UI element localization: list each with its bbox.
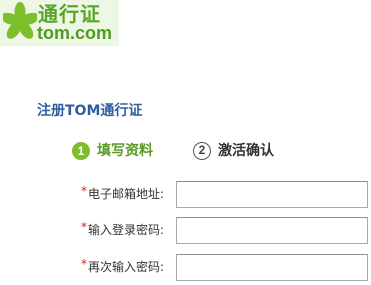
step-2-label: 激活确认 xyxy=(218,143,274,159)
step-2-number-icon: 2 xyxy=(193,142,211,160)
password-row: *输入登录密码: xyxy=(0,217,371,245)
confirm-password-label: *再次输入密码: xyxy=(80,257,164,275)
confirm-password-label-text: 再次输入密码: xyxy=(87,260,164,274)
step-1-number-icon: 1 xyxy=(72,142,90,160)
required-marker: * xyxy=(80,184,87,198)
confirm-password-field[interactable] xyxy=(176,254,368,281)
step-1-label: 填写资料 xyxy=(97,143,153,159)
logo-domain-text: tom.com xyxy=(37,23,113,43)
tom-passport-logo[interactable]: 通行证 tom.com xyxy=(0,0,119,46)
step-fill-info: 1 填写资料 xyxy=(72,141,153,161)
asterisk-logo-icon xyxy=(3,2,37,39)
registration-page: 通行证 tom.com 注册TOM通行证 1 填写资料 2 激活确认 *电子邮箱… xyxy=(0,0,371,285)
email-label: *电子邮箱地址: xyxy=(80,184,164,202)
logo-name-text: 通行证 xyxy=(38,2,101,26)
email-row: *电子邮箱地址: xyxy=(0,181,371,209)
confirm-password-row: *再次输入密码: xyxy=(0,254,371,282)
password-label-text: 输入登录密码: xyxy=(87,223,164,237)
required-marker: * xyxy=(80,220,87,234)
email-field[interactable] xyxy=(176,181,368,208)
email-label-text: 电子邮箱地址: xyxy=(87,187,164,201)
step-activate-confirm: 2 激活确认 xyxy=(193,141,274,161)
required-marker: * xyxy=(80,257,87,271)
page-title: 注册TOM通行证 xyxy=(37,103,143,119)
password-field[interactable] xyxy=(176,217,368,244)
password-label: *输入登录密码: xyxy=(80,220,164,238)
